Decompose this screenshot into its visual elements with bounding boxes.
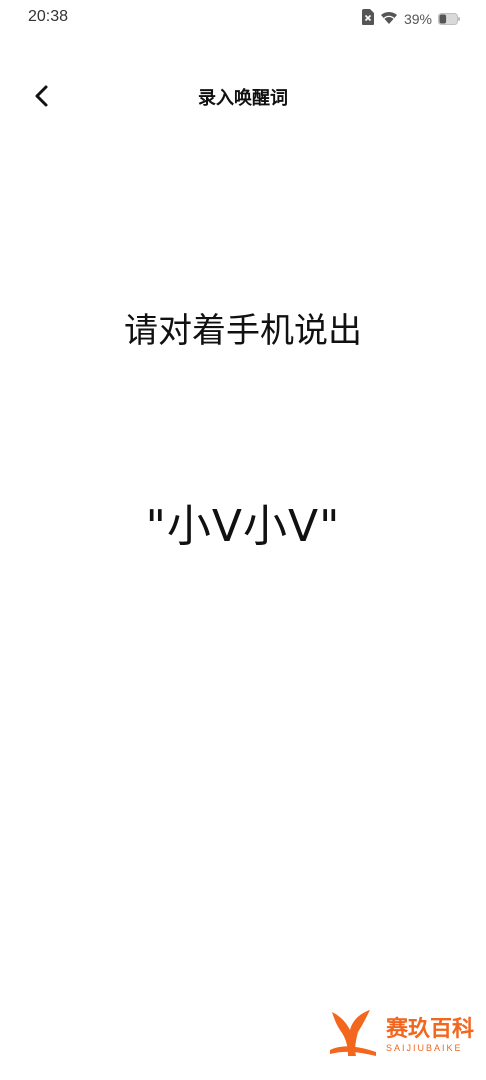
watermark-logo-icon (326, 1006, 380, 1064)
wake-word-text: "小V小V" (145, 501, 341, 552)
wifi-icon (380, 10, 398, 29)
status-bar: 20:38 39% (0, 0, 486, 40)
status-icons: 39% (361, 9, 460, 29)
watermark-name-cn: 赛玖百科 (385, 1017, 474, 1042)
battery-icon (438, 10, 460, 29)
instruction-text: 请对着手机说出 (124, 311, 362, 351)
sim-off-icon (361, 9, 374, 29)
battery-percent: 39% (403, 11, 432, 27)
watermark: 赛玖百科 SAIJIUBAIKE (326, 1006, 474, 1064)
page-title: 录入唤醒词 (198, 88, 288, 109)
status-time: 20:38 (28, 8, 69, 25)
header: 录入唤醒词 (0, 70, 486, 120)
watermark-name-en: SAIJIUBAIKE (385, 1043, 463, 1053)
